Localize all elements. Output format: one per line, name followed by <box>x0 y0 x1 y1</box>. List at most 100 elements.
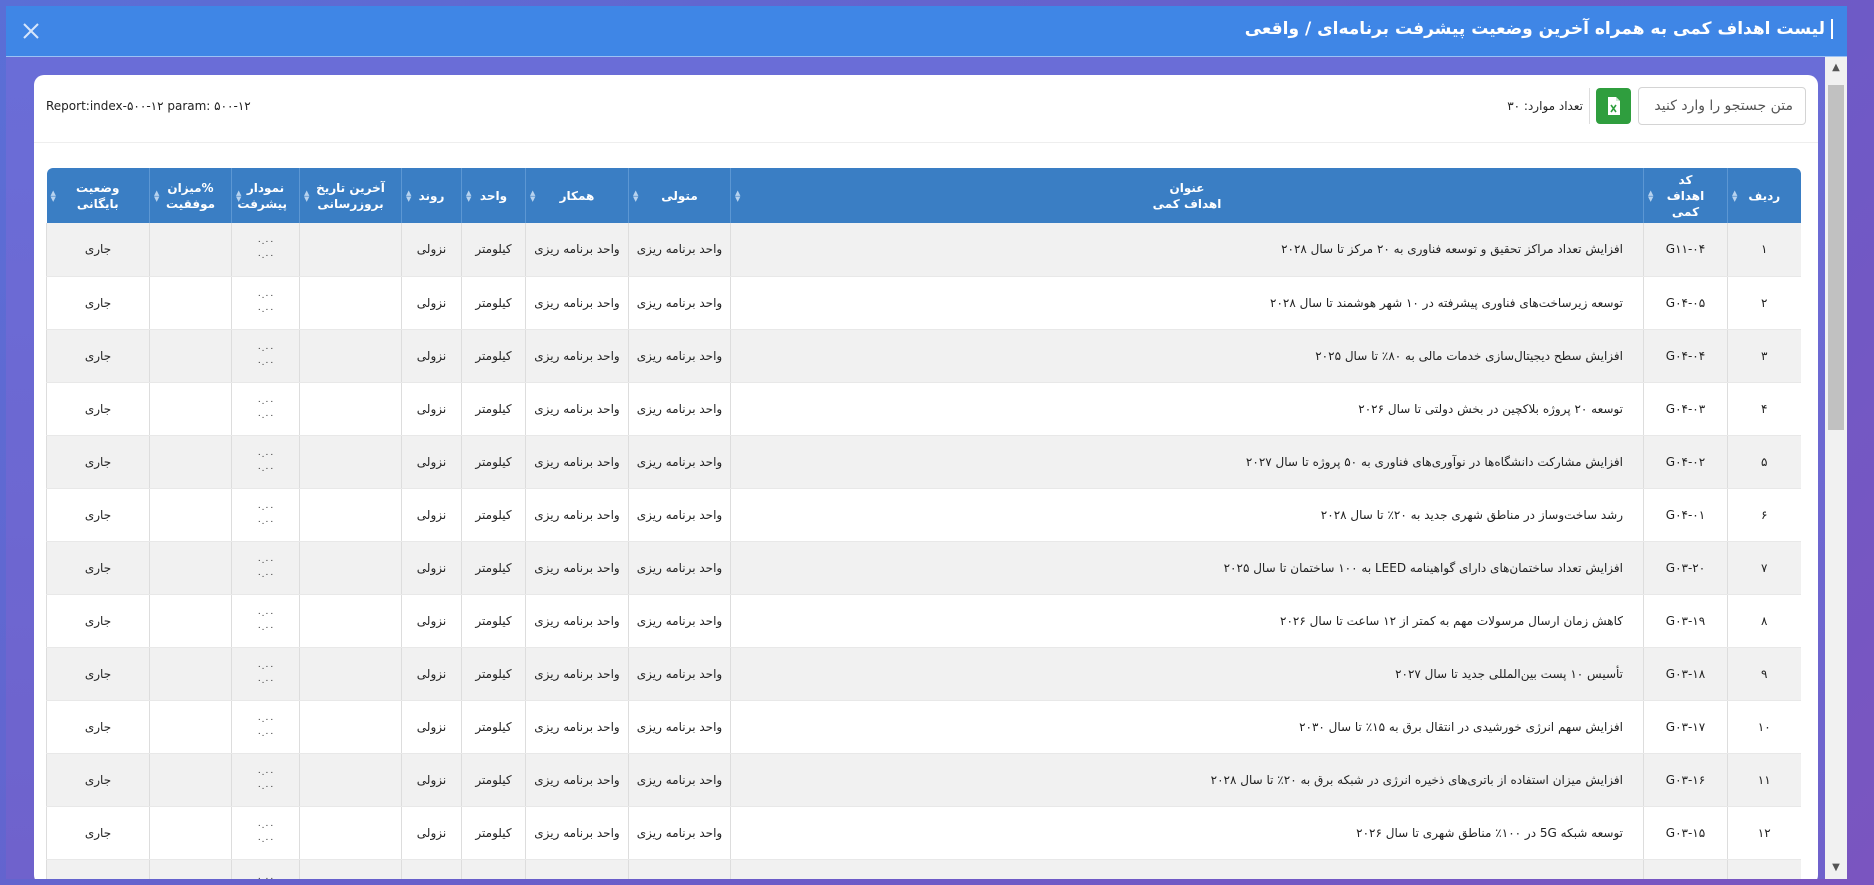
sort-icon[interactable]: ▲ ▼ <box>51 189 56 202</box>
progress-value: ۰.۰۰ <box>256 449 275 460</box>
table-row[interactable]: ۶ G۰۴-۰۱ رشد ساخت‌وساز در مناطق شهری جدید … <box>46 488 1801 542</box>
owner-cell: واحد برنامه ریزی <box>628 594 731 648</box>
unit-cell: کیلومتر <box>461 329 526 383</box>
column-header[interactable]: همکار ▲ ▼ <box>525 168 629 223</box>
column-header[interactable]: متولی ▲ ▼ <box>628 168 731 223</box>
sort-icon[interactable]: ▲ ▼ <box>530 189 535 202</box>
goal-code: G۰۴-۰۴ <box>1643 329 1728 383</box>
progress-value: ۰.۰۰ <box>256 304 275 315</box>
close-icon[interactable] <box>18 18 44 44</box>
sort-icon[interactable]: ▲ ▼ <box>154 189 159 202</box>
partner-cell: واحد برنامه ریزی <box>525 859 629 879</box>
scrollbar[interactable]: ▲ ▼ <box>1825 57 1847 879</box>
goal-title: کاهش زمان ارسال مرسولات مهم به کمتر از ۱… <box>730 594 1644 648</box>
table-row[interactable]: ۵ G۰۴-۰۲ افزایش مشارکت دانشگاه‌ها در نوآور… <box>46 435 1801 489</box>
owner-cell: واحد برنامه ریزی <box>628 753 731 807</box>
column-header-sublabel: پیشرفت <box>237 196 287 211</box>
row-number: ۷ <box>1727 541 1801 595</box>
table-row[interactable]: ۸ G۰۳-۱۹ کاهش زمان ارسال مرسولات مهم به کم… <box>46 594 1801 648</box>
sort-icon[interactable]: ▲ ▼ <box>735 189 740 202</box>
success-rate-cell <box>149 488 232 542</box>
table-row[interactable]: ۹ G۰۳-۱۸ تأسیس ۱۰ پست بین‌المللی جدید تا س… <box>46 647 1801 701</box>
search-input[interactable] <box>1638 87 1806 125</box>
progress-value: ۰.۰۰ <box>256 767 275 778</box>
trend-cell: نزولی <box>401 700 462 754</box>
unit-cell: کیلومتر <box>461 541 526 595</box>
column-header-label: واحد <box>479 188 508 203</box>
updated-cell <box>299 647 402 701</box>
table-row[interactable]: ۱ G۱۱-۰۴ افزایش تعداد مراکز تحقیق و توسعه … <box>46 223 1801 277</box>
table-row[interactable]: ۷ G۰۳-۲۰ افزایش تعداد ساختمان‌های دارای گو… <box>46 541 1801 595</box>
row-number: ۱ <box>1727 223 1801 277</box>
trend-cell: نزولی <box>401 488 462 542</box>
table-row[interactable]: ۲ G۰۴-۰۵ توسعه زیرساخت‌های فناوری پیشرفته … <box>46 276 1801 330</box>
column-header[interactable]: %میزان موفقیت ▲ ▼ <box>149 168 232 223</box>
row-number: ۱۲ <box>1727 806 1801 860</box>
sort-icon[interactable]: ▲ ▼ <box>633 189 638 202</box>
table-row[interactable]: ۱۲ G۰۳-۱۵ توسعه شبکه 5G در ۱۰۰٪ مناطق شهری… <box>46 806 1801 860</box>
column-header[interactable]: آخرین تاریخ بروزرسانی ▲ ▼ <box>299 168 402 223</box>
success-rate-cell <box>149 700 232 754</box>
archive-status-cell: جاری <box>46 329 150 383</box>
table-row[interactable]: ۴ G۰۴-۰۳ توسعه ۲۰ پروژه بلاکچین در بخش دول… <box>46 382 1801 436</box>
excel-export-button[interactable] <box>1596 88 1631 124</box>
sort-icon[interactable]: ▲ ▼ <box>1648 189 1653 202</box>
scroll-up-icon[interactable]: ▲ <box>1830 62 1842 74</box>
row-number: ۵ <box>1727 435 1801 489</box>
report-toolbar: تعداد موارد: ۳۰ Report:index-۵۰۰-۱۲ para… <box>34 75 1818 143</box>
column-header[interactable]: کد اهداف کمی ▲ ▼ <box>1643 168 1728 223</box>
column-header[interactable]: ردیف ▲ ▼ <box>1727 168 1801 223</box>
goal-title: افزایش تعداد ساختمان‌های دارای گواهینامه… <box>730 541 1644 595</box>
column-header[interactable]: عنوان اهداف کمی ▲ ▼ <box>730 168 1644 223</box>
archive-status-cell: جاری <box>46 753 150 807</box>
partner-cell: واحد برنامه ریزی <box>525 488 629 542</box>
progress-chart-cell: ۰.۰۰۰.۰۰ <box>231 276 300 330</box>
success-rate-cell <box>149 223 232 277</box>
report-modal: لیست اهداف کمی به همراه آخرین وضعیت پیشر… <box>6 6 1847 879</box>
success-rate-cell <box>149 594 232 648</box>
table-row[interactable]: ۱۳G۰۳-۱۴افزایش سهم اقتصاد دیجیتال از تول… <box>46 859 1801 879</box>
updated-cell <box>299 594 402 648</box>
archive-status-cell: جاری <box>46 647 150 701</box>
goal-code: G۰۳-۱۵ <box>1643 806 1728 860</box>
row-number: ۴ <box>1727 382 1801 436</box>
sort-icon[interactable]: ▲ ▼ <box>236 189 241 202</box>
column-header-label: نمودار <box>246 180 285 195</box>
table-row[interactable]: ۱۱ G۰۳-۱۶ افزایش میزان استفاده از باتری‌ها… <box>46 753 1801 807</box>
table-row[interactable]: ۳ G۰۴-۰۴ افزایش سطح دیجیتال‌سازی خدمات مال… <box>46 329 1801 383</box>
goal-code: G۰۳-۱۷ <box>1643 700 1728 754</box>
scroll-down-icon[interactable]: ▼ <box>1830 862 1842 874</box>
owner-cell: واحد برنامه ریزی <box>628 700 731 754</box>
column-header[interactable]: وضعیت بایگانی ▲ ▼ <box>47 168 150 223</box>
goal-code: G۰۴-۰۱ <box>1643 488 1728 542</box>
trend-cell: نزولی <box>401 329 462 383</box>
progress-value: ۰.۰۰ <box>256 608 275 619</box>
table-row[interactable]: ۱۰ G۰۳-۱۷ افزایش سهم انرژی خورشیدی در انتق… <box>46 700 1801 754</box>
updated-cell <box>299 700 402 754</box>
column-header[interactable]: نمودار پیشرفت ▲ ▼ <box>231 168 300 223</box>
owner-cell: واحد برنامه ریزی <box>628 859 731 879</box>
scrollbar-thumb[interactable] <box>1828 85 1844 430</box>
sort-icon[interactable]: ▲ ▼ <box>304 189 309 202</box>
partner-cell: واحد برنامه ریزی <box>525 329 629 383</box>
sort-icon[interactable]: ▲ ▼ <box>406 189 411 202</box>
progress-value: ۰.۰۰ <box>256 516 275 527</box>
goal-title: افزایش سهم اقتصاد دیجیتال از تولید ناخال… <box>730 859 1644 879</box>
row-number: ۱۰ <box>1727 700 1801 754</box>
success-rate-cell <box>149 435 232 489</box>
progress-chart-cell: ۰.۰۰۰.۰۰ <box>231 859 300 879</box>
goal-title: افزایش میزان استفاده از باتری‌های ذخیره … <box>730 753 1644 807</box>
progress-value: ۰.۰۰ <box>256 728 275 739</box>
column-header[interactable]: روند ▲ ▼ <box>401 168 462 223</box>
unit-cell: کیلومتر <box>461 859 526 879</box>
column-header-sublabel: بروزرسانی <box>317 196 384 211</box>
column-header-label: وضعیت <box>76 180 120 195</box>
progress-chart-cell: ۰.۰۰۰.۰۰ <box>231 806 300 860</box>
progress-chart-cell: ۰.۰۰۰.۰۰ <box>231 594 300 648</box>
toolbar-divider <box>1589 88 1590 124</box>
sort-icon[interactable]: ▲ ▼ <box>466 189 471 202</box>
trend-cell: نزولی <box>401 806 462 860</box>
column-header[interactable]: واحد ▲ ▼ <box>461 168 526 223</box>
sort-icon[interactable]: ▲ ▼ <box>1732 189 1737 202</box>
progress-value: ۰.۰۰ <box>256 357 275 368</box>
